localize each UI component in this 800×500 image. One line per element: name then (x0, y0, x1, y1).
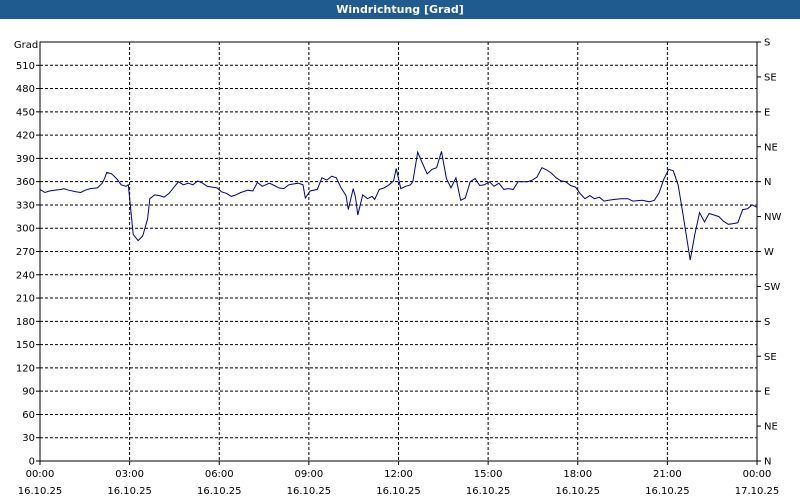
compass-axis-labels: S SE E NE N NW W SW S SE E NE N (757, 38, 781, 468)
y-tick-label: 270 (16, 247, 35, 258)
compass-tick-label: N (764, 457, 771, 468)
compass-tick-label: N (764, 177, 771, 188)
x-tick-date-label: 16.10.25 (376, 486, 421, 497)
compass-tick-label: SW (764, 282, 780, 293)
y-tick-label: 300 (16, 224, 35, 235)
y-tick-label: 330 (16, 200, 35, 211)
y-tick-label: 510 (16, 61, 35, 72)
x-tick-time-label: 15:00 (474, 469, 503, 480)
y-tick-label: 60 (22, 410, 35, 421)
y-tick-label: 210 (16, 294, 35, 305)
x-tick-time-label: 12:00 (384, 469, 413, 480)
wind-direction-chart: 0 30 60 90 120 150 180 210 240 270 300 330 360 390 420… (14, 38, 782, 498)
x-tick-time-label: 00:00 (743, 469, 772, 480)
x-tick-date-label: 17.10.25 (735, 486, 780, 497)
y-tick-label: 450 (16, 107, 35, 118)
y-tick-label: 360 (16, 177, 35, 188)
x-tick-time-label: 00:00 (26, 469, 55, 480)
x-tick-date-label: 16.10.25 (18, 486, 63, 497)
y-tick-label: 240 (16, 270, 35, 281)
x-tick-date-label: 16.10.25 (466, 486, 511, 497)
x-tick-time-label: 03:00 (115, 469, 144, 480)
x-tick-time-label: 06:00 (205, 469, 234, 480)
y-tick-label: 120 (16, 363, 35, 374)
x-tick-time-label: 18:00 (563, 469, 592, 480)
compass-tick-label: E (764, 107, 770, 118)
x-axis-labels: 00:00 16.10.25 03:00 16.10.25 06:00 16.10.25 0… (18, 461, 780, 497)
x-tick-date-label: 16.10.25 (287, 486, 332, 497)
x-tick-time-label: 21:00 (653, 469, 682, 480)
x-tick-date-label: 16.10.25 (555, 486, 600, 497)
compass-tick-label: S (764, 317, 770, 328)
y-tick-label: 390 (16, 154, 35, 165)
y-tick-label: 420 (16, 131, 35, 142)
compass-tick-label: NE (764, 422, 778, 433)
compass-tick-label: E (764, 387, 770, 398)
compass-tick-label: S (764, 38, 770, 49)
compass-tick-label: NE (764, 142, 778, 153)
chart-title: Windrichtung [Grad] (336, 3, 464, 16)
x-tick-date-label: 16.10.25 (197, 486, 242, 497)
y-tick-label: 0 (29, 457, 35, 468)
y-tick-label: 180 (16, 317, 35, 328)
compass-tick-label: NW (764, 212, 781, 223)
x-tick-date-label: 16.10.25 (107, 486, 152, 497)
y-tick-label: 480 (16, 84, 35, 95)
compass-tick-label: SE (764, 72, 777, 83)
y-tick-label: 150 (16, 340, 35, 351)
y-axis-title: Grad (14, 40, 38, 51)
compass-tick-label: SE (764, 352, 777, 363)
y-tick-label: 90 (22, 387, 35, 398)
x-tick-time-label: 09:00 (294, 469, 323, 480)
x-tick-date-label: 16.10.25 (645, 486, 690, 497)
chart-title-bar: Windrichtung [Grad] (0, 0, 800, 19)
y-axis-labels: 0 30 60 90 120 150 180 210 240 270 300 330 360 390 420… (16, 61, 40, 468)
y-tick-label: 30 (22, 433, 35, 444)
compass-tick-label: W (764, 247, 774, 258)
